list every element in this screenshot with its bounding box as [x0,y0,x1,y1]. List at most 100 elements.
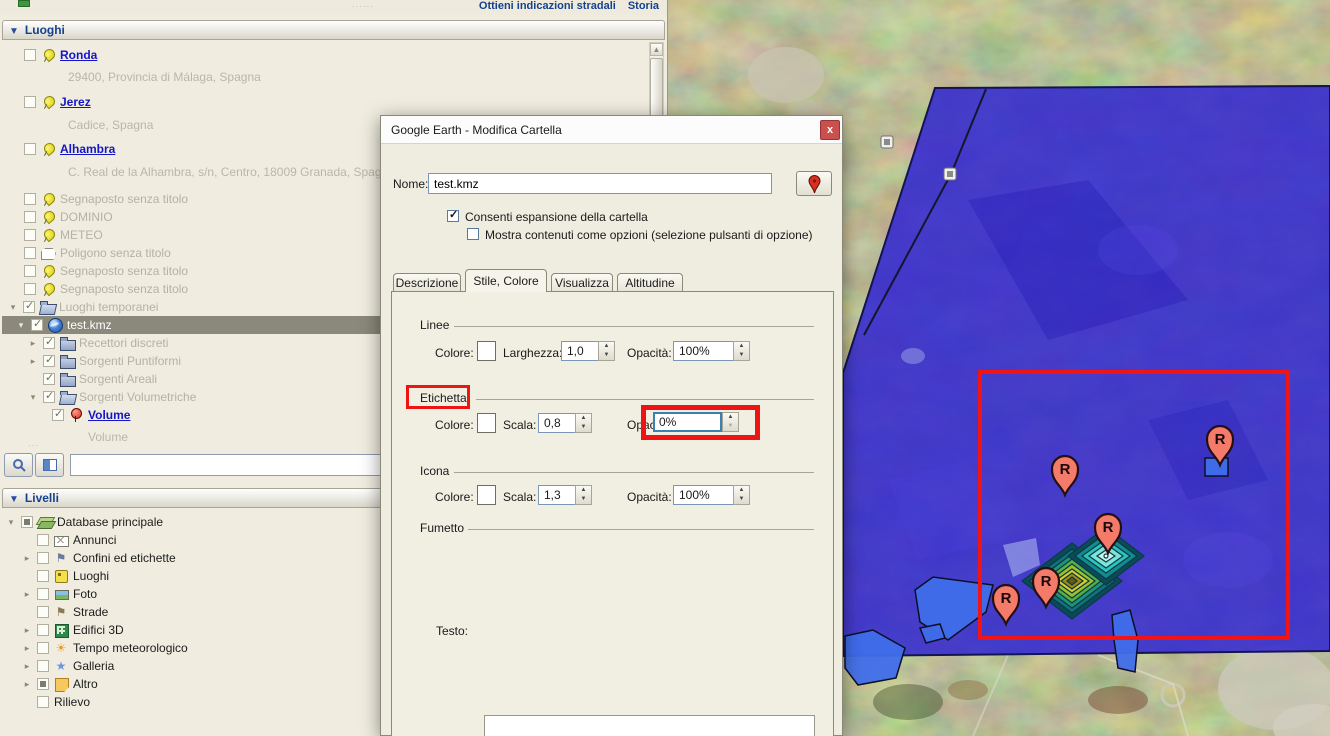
checkbox-partial[interactable] [21,516,33,528]
expander-closed-icon[interactable]: ▸ [22,679,32,690]
checkbox[interactable] [24,193,36,205]
link-history[interactable]: Storia [628,0,659,12]
tab-altitudine[interactable]: Altitudine [617,273,683,292]
spin-down-icon[interactable]: ▼ [576,495,591,504]
placemark-picker-button[interactable] [796,171,832,196]
place-label[interactable]: Luoghi temporanei [59,300,158,314]
search-button[interactable] [4,453,33,477]
checkbox[interactable] [37,552,49,564]
etichetta-color-swatch[interactable] [477,413,496,433]
place-link[interactable]: Volume [88,408,130,422]
layer-label[interactable]: Strade [73,605,108,619]
checkbox-allow-expand[interactable] [447,210,459,222]
checkbox[interactable] [37,534,49,546]
spin-up-icon[interactable]: ▲ [576,414,591,423]
icona-scala-spinbox[interactable]: 1,3 ▲▼ [538,485,592,505]
collapse-triangle-icon[interactable]: ▼ [9,494,19,505]
expander-open-icon[interactable]: ▾ [28,392,38,403]
expander-closed-icon[interactable]: ▸ [22,553,32,564]
spin-down-icon[interactable]: ▼ [599,351,614,360]
checkbox[interactable] [24,265,36,277]
checkbox[interactable] [43,337,55,349]
checkbox-partial[interactable] [37,678,49,690]
checkbox[interactable] [43,373,55,385]
expander-closed-icon[interactable]: ▸ [22,625,32,636]
place-label[interactable]: METEO [60,228,103,242]
checkbox[interactable] [23,301,35,313]
tab-descrizione[interactable]: Descrizione [393,273,461,292]
spin-up-icon[interactable]: ▲ [734,342,749,351]
place-label[interactable]: test.kmz [67,318,112,332]
divider-handle[interactable]: ······ [352,2,374,11]
place-label[interactable]: Sorgenti Volumetriche [79,390,196,404]
linee-larghezza-value[interactable]: 1,0 [561,341,598,361]
icona-opacita-spinbox[interactable]: 100% ▲▼ [673,485,750,505]
place-label[interactable]: Segnaposto senza titolo [60,192,188,206]
etichetta-opacita-value[interactable]: 0% [653,412,722,432]
linee-opacita-value[interactable]: 100% [673,341,733,361]
expander-closed-icon[interactable]: ▸ [22,589,32,600]
place-label[interactable]: Recettori discreti [79,336,168,350]
place-label[interactable]: Sorgenti Puntiformi [79,354,181,368]
layer-label[interactable]: Galleria [73,659,114,673]
tab-stile-colore[interactable]: Stile, Colore [465,269,547,292]
layer-label[interactable]: Luoghi [73,569,109,583]
icona-scala-value[interactable]: 1,3 [538,485,575,505]
expander-open-icon[interactable]: ▾ [16,320,26,331]
checkbox[interactable] [43,391,55,403]
expander-closed-icon[interactable]: ▸ [22,661,32,672]
place-label[interactable]: Segnaposto senza titolo [60,282,188,296]
checkbox[interactable] [24,247,36,259]
checkbox-radio-options[interactable] [467,228,479,240]
icona-opacita-value[interactable]: 100% [673,485,733,505]
layer-label[interactable]: Altro [73,677,98,691]
spin-up-icon[interactable]: ▲ [734,486,749,495]
scroll-up-icon[interactable]: ▲ [650,43,663,56]
layer-label[interactable]: Rilievo [54,695,90,709]
checkbox[interactable] [37,696,49,708]
dialog-titlebar[interactable]: Google Earth - Modifica Cartella x [381,116,842,144]
layer-label[interactable]: Foto [73,587,97,601]
place-label[interactable]: Poligono senza titolo [60,246,171,260]
etichetta-opacita-spinbox-focused[interactable]: 0% ▲▼ [653,412,739,432]
checkbox[interactable] [43,355,55,367]
expander-open-icon[interactable]: ▾ [6,517,16,528]
spin-up-icon[interactable]: ▲ [576,486,591,495]
spin-down-icon[interactable]: ▼ [723,422,738,431]
divider-handle[interactable]: ··· [28,441,39,450]
spin-up-icon[interactable]: ▲ [723,413,738,422]
checkbox[interactable] [37,606,49,618]
place-link[interactable]: Ronda [60,48,97,62]
tab-visualizza[interactable]: Visualizza [551,273,613,292]
expander-open-icon[interactable]: ▾ [8,302,18,313]
checkbox[interactable] [37,588,49,600]
expander-closed-icon[interactable]: ▸ [28,356,38,367]
spin-down-icon[interactable]: ▼ [576,423,591,432]
checkbox[interactable] [37,642,49,654]
linee-opacita-spinbox[interactable]: 100% ▲▼ [673,341,750,361]
place-label[interactable]: Sorgenti Areali [79,372,157,386]
spin-down-icon[interactable]: ▼ [734,351,749,360]
tree-row-ronda[interactable]: Ronda [2,46,665,64]
checkbox[interactable] [37,570,49,582]
checkbox[interactable] [24,96,36,108]
layer-label[interactable]: Annunci [73,533,116,547]
linee-color-swatch[interactable] [477,341,496,361]
checkbox[interactable] [37,660,49,672]
checkbox[interactable] [24,49,36,61]
spin-up-icon[interactable]: ▲ [599,342,614,351]
places-panel-header[interactable]: ▼Luoghi [2,20,665,40]
place-label[interactable]: DOMINIO [60,210,113,224]
link-directions[interactable]: Ottieni indicazioni stradali [479,0,616,12]
panel-toggle-button[interactable] [35,453,64,477]
linee-larghezza-spinbox[interactable]: 1,0 ▲▼ [561,341,615,361]
expander-closed-icon[interactable]: ▸ [28,338,38,349]
checkbox[interactable] [24,211,36,223]
checkbox[interactable] [24,143,36,155]
checkbox[interactable] [52,409,64,421]
checkbox[interactable] [37,624,49,636]
layer-label[interactable]: Database principale [57,515,163,529]
etichetta-scala-spinbox[interactable]: 0,8 ▲▼ [538,413,592,433]
expander-closed-icon[interactable]: ▸ [22,643,32,654]
close-icon[interactable]: x [820,120,840,140]
